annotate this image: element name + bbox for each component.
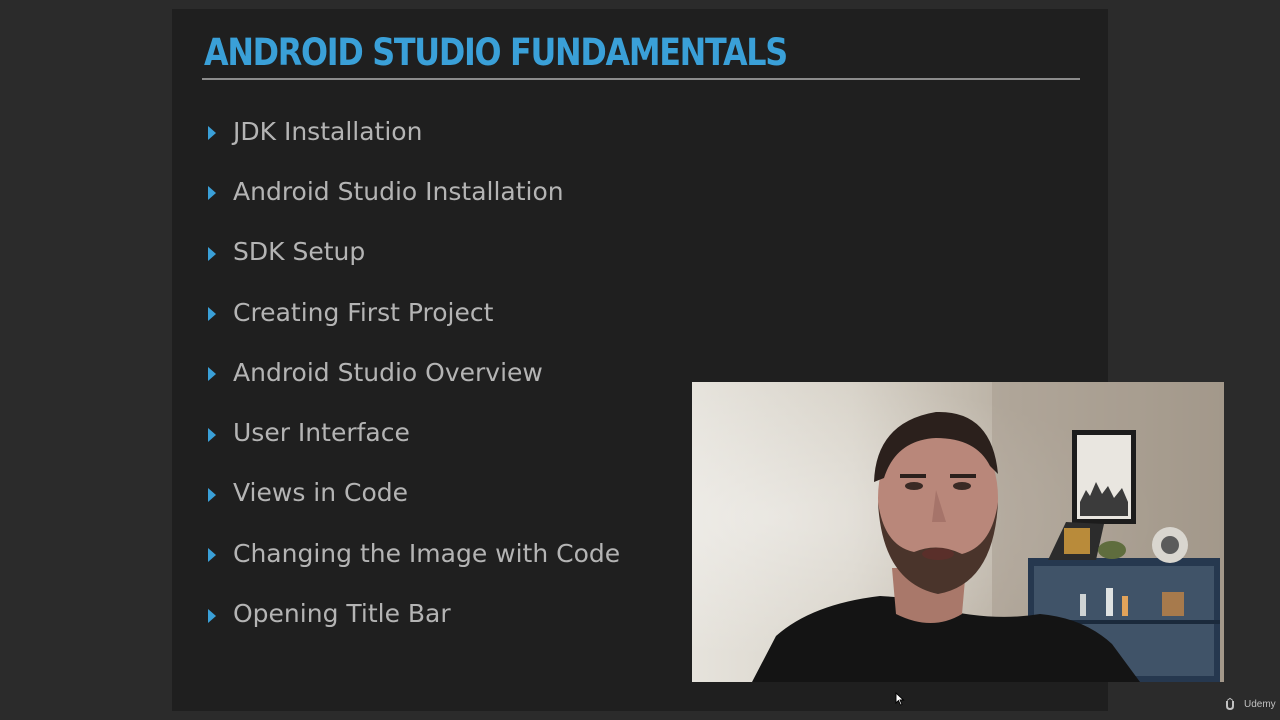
triangle-bullet-icon <box>208 246 216 261</box>
triangle-bullet-icon <box>208 487 216 502</box>
bullet-text: Creating First Project <box>233 297 494 327</box>
bullet-text: User Interface <box>233 418 410 448</box>
bullet-text: Android Studio Overview <box>233 357 543 387</box>
udemy-watermark: Udemy <box>1224 697 1276 711</box>
triangle-bullet-icon <box>208 548 216 563</box>
presenter-webcam <box>692 382 1224 682</box>
bullet-list: JDK Installation Android Studio Installa… <box>208 101 620 644</box>
bullet-text: Views in Code <box>233 478 409 508</box>
list-item: Android Studio Overview <box>208 342 620 402</box>
list-item: SDK Setup <box>208 222 620 282</box>
bullet-text: SDK Setup <box>233 237 366 267</box>
slide-title: ANDROID STUDIO FUNDAMENTALS <box>204 31 788 74</box>
mouse-cursor-icon <box>895 691 905 711</box>
watermark-label: Udemy <box>1244 698 1276 710</box>
triangle-bullet-icon <box>208 307 216 322</box>
bullet-text: Changing the Image with Code <box>233 538 621 568</box>
list-item: Views in Code <box>208 463 620 523</box>
bullet-text: Opening Title Bar <box>233 599 451 629</box>
list-item: Android Studio Installation <box>208 161 620 221</box>
bullet-text: Android Studio Installation <box>233 176 564 206</box>
title-divider <box>202 78 1080 80</box>
triangle-bullet-icon <box>208 608 216 623</box>
triangle-bullet-icon <box>208 126 216 141</box>
video-frame: ANDROID STUDIO FUNDAMENTALS JDK Installa… <box>0 0 1280 720</box>
list-item: Opening Title Bar <box>208 583 620 643</box>
list-item: User Interface <box>208 402 620 462</box>
udemy-logo-icon <box>1226 697 1234 710</box>
list-item: Changing the Image with Code <box>208 523 620 583</box>
list-item: JDK Installation <box>208 101 620 161</box>
list-item: Creating First Project <box>208 282 620 342</box>
triangle-bullet-icon <box>208 186 216 201</box>
bullet-text: JDK Installation <box>233 116 423 146</box>
triangle-bullet-icon <box>208 367 216 382</box>
presenter-video-icon <box>752 382 1224 682</box>
triangle-bullet-icon <box>208 427 216 442</box>
